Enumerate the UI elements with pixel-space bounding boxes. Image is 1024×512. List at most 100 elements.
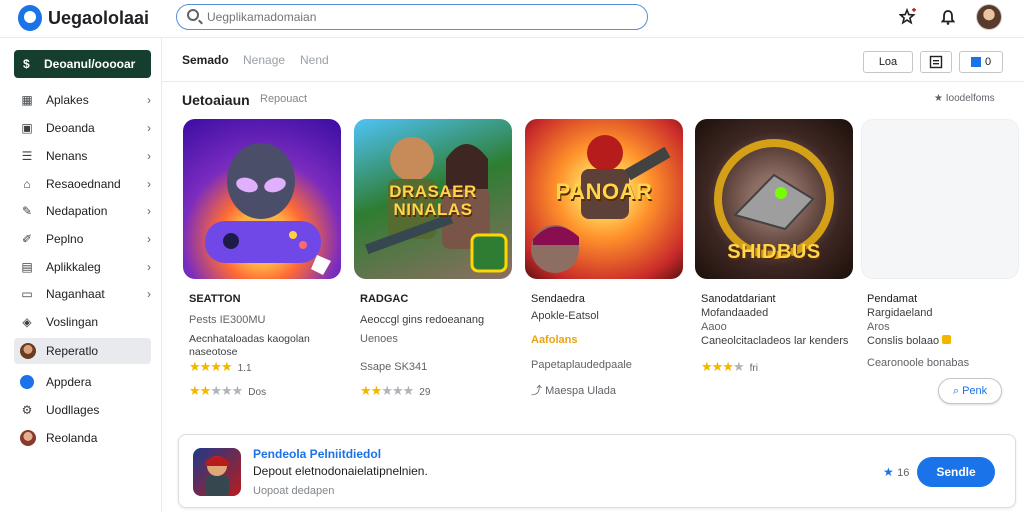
user-avatar-icon: [20, 343, 36, 359]
sidebar-item-label: Nedapation: [46, 204, 108, 218]
search-icon: ⌕: [952, 385, 963, 397]
featured-description: Depout eletnodonaielatipnelnien.: [253, 464, 428, 478]
sidebar-item-peplno[interactable]: ✐ Peplno ›: [14, 226, 151, 252]
sidebar-item-deoanda[interactable]: ▣ Deoanda ›: [14, 115, 151, 141]
tab-semado[interactable]: Semado: [182, 53, 229, 67]
user-avatar[interactable]: [976, 4, 1002, 30]
card-subtitle: Mofandaaded: [701, 307, 769, 319]
game-card[interactable]: PANOAR Sendaedra Apokle-Eatsol Aafolans …: [525, 119, 685, 409]
game-card[interactable]: SEATTON Pests IE300MU Aecnhataloadas kao…: [183, 119, 343, 409]
chevron-right-icon: ›: [147, 177, 151, 191]
sort-link[interactable]: ★ Ioodelfoms: [934, 93, 995, 104]
thumb-title-text: DRASAER NINALAS: [389, 182, 477, 219]
briefcase-icon: ▣: [21, 121, 33, 135]
window-icon[interactable]: [920, 51, 952, 73]
card-title: Sanodatdariant: [701, 293, 776, 305]
rating-stars: ★★★★ fri: [701, 359, 758, 374]
alien-gamepad-art: [205, 143, 331, 275]
inbox-icon: ▭: [21, 287, 33, 301]
card-tag: Aafolans: [531, 334, 578, 346]
card-title: SEATTON: [189, 293, 241, 305]
search-box[interactable]: [176, 4, 648, 30]
sidebar-item-label: Aplikkaleg: [46, 260, 101, 274]
chevron-right-icon: ›: [147, 204, 151, 218]
game-card[interactable]: SHIDBUS Sanodatdariant Mofandaaded Aaoo …: [695, 119, 855, 409]
star-plus-icon[interactable]: [898, 7, 918, 28]
card-tag: Aaoo: [701, 321, 727, 333]
sidebar-item-appdera[interactable]: Appdera: [14, 369, 151, 395]
sidebar-item-label: Peplno: [46, 232, 84, 246]
badge-icon: [942, 335, 952, 344]
sidebar-item-aplakes[interactable]: ▦ Aplakes ›: [14, 87, 151, 113]
shield-icon: ◈: [22, 315, 32, 329]
share-button[interactable]: 0: [959, 51, 1003, 73]
card-footer: ⤴ Maespa Ulada: [531, 385, 616, 397]
sidebar-item-aplikkaleg[interactable]: ▤ Aplikkaleg ›: [14, 254, 151, 280]
tab-nenage[interactable]: Nenage: [243, 53, 285, 67]
card-description: Aecnhataloadas kaogolan naseotose: [189, 333, 310, 358]
tab-nend[interactable]: Nend: [300, 53, 329, 67]
featured-thumbnail[interactable]: [193, 448, 241, 496]
share-icon: [970, 57, 981, 68]
header-action-button[interactable]: Loa: [863, 51, 913, 73]
featured-cta-button[interactable]: Sendle: [917, 457, 995, 487]
sidebar-item-resaoednand[interactable]: ⌂ Resaoednand ›: [14, 171, 151, 197]
sidebar-item-label: Voslingan: [46, 315, 99, 329]
search-input[interactable]: [207, 9, 637, 25]
chevron-right-icon: ›: [147, 149, 151, 163]
game-card[interactable]: DRASAER NINALAS RADGAC Aeoccgl gins redo…: [354, 119, 514, 409]
chevron-right-icon: ›: [147, 232, 151, 246]
game-thumbnail-placeholder[interactable]: [861, 119, 1019, 279]
featured-card[interactable]: Pendeola Pelniitdiedol Depout eletnodona…: [178, 434, 1016, 508]
card-subtitle: Apokle-Eatsol: [531, 310, 599, 322]
game-thumbnail[interactable]: [183, 119, 341, 279]
top-bar: Uegaololaai: [0, 0, 1024, 38]
tab-bar: Semado Nenage Nend Loa 0: [162, 38, 1024, 82]
sidebar-item-nenans[interactable]: ☰ Nenans ›: [14, 143, 151, 169]
blue-circle-icon: [20, 375, 34, 389]
sidebar-item-uodllages[interactable]: ⚙ Uodllages: [14, 397, 151, 423]
sidebar-item-reperatlo[interactable]: Reperatlo: [14, 338, 151, 364]
list-icon: ☰: [21, 149, 33, 163]
featured-art: [205, 456, 229, 496]
featured-title[interactable]: Pendeola Pelniitdiedol: [253, 447, 381, 461]
card-subtitle: Aeoccgl gins redoeanang: [360, 314, 485, 326]
thumb-title-text: PANOAR: [555, 179, 653, 204]
sidebar-item-label: Appdera: [46, 375, 92, 389]
pin-icon: ✎: [21, 204, 33, 218]
game-thumbnail[interactable]: PANOAR: [525, 119, 683, 279]
sidebar-item-label: Reolanda: [46, 431, 98, 445]
share-icon: ⤴: [531, 385, 546, 397]
sidebar-item-label: Deoanda: [46, 121, 95, 135]
game-thumbnail[interactable]: DRASAER NINALAS: [354, 119, 512, 279]
featured-meta: Uopoat dedapen: [253, 485, 335, 497]
sidebar-item-naganhaat[interactable]: ▭ Naganhaat ›: [14, 281, 151, 307]
sidebar: $ Deoanul/ooooar ▦ Aplakes › ▣ Deoanda ›…: [0, 38, 162, 512]
profile-avatar-icon: [20, 430, 36, 446]
chevron-right-icon: ›: [147, 287, 151, 301]
game-thumbnail[interactable]: SHIDBUS: [695, 119, 853, 279]
sidebar-item-nedapation[interactable]: ✎ Nedapation ›: [14, 198, 151, 224]
sidebar-primary-button[interactable]: $ Deoanul/ooooar: [14, 50, 151, 78]
dollar-icon: $: [23, 57, 30, 71]
grid-icon: ▦: [21, 93, 33, 107]
sidebar-primary-label: Deoanul/ooooar: [44, 57, 136, 71]
card-title: Sendaedra: [531, 293, 585, 305]
search-icon: [187, 9, 199, 21]
card-tag: Aros: [867, 321, 890, 333]
pen-icon: ✐: [21, 232, 33, 246]
peek-button[interactable]: ⌕ Penk: [938, 378, 1002, 404]
tag-icon: ⌂: [23, 177, 31, 191]
card-tag: Uenoes: [360, 333, 398, 345]
section-title: Uetoaiaun: [182, 92, 250, 108]
card-description: Conslis bolaao: [867, 335, 1017, 348]
sidebar-item-reolanda[interactable]: Reolanda: [14, 425, 151, 451]
star-icon: ★: [934, 93, 946, 104]
app-logo-icon[interactable]: [18, 5, 42, 31]
chevron-right-icon: ›: [147, 260, 151, 274]
chevron-right-icon: ›: [147, 121, 151, 135]
game-card[interactable]: Pendamat Rargidaeland Aros Conslis bolaa…: [861, 119, 1021, 409]
apps-icon: ▤: [21, 260, 33, 274]
bell-icon[interactable]: [938, 8, 958, 28]
sidebar-item-voslingan[interactable]: ◈ Voslingan: [14, 309, 151, 335]
